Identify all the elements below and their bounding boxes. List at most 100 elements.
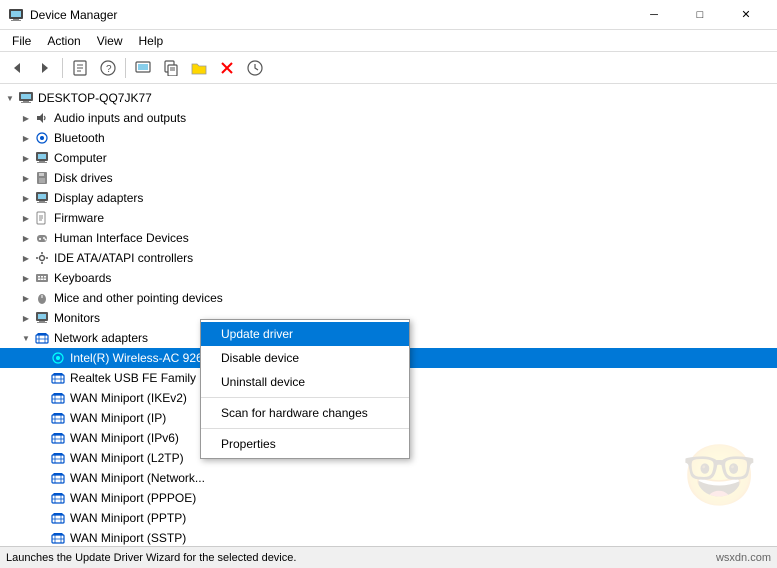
device-icon xyxy=(50,370,66,386)
device-label: Bluetooth xyxy=(54,131,105,145)
main-content: ▼ DESKTOP-QQ7JK77 ▶ Audio inputs and outp… xyxy=(0,84,777,546)
device-label: Network adapters xyxy=(54,331,148,345)
computer-icon xyxy=(18,90,34,106)
toolbar-sep-1 xyxy=(62,58,63,78)
toolbar-sep-2 xyxy=(125,58,126,78)
device-label: Audio inputs and outputs xyxy=(54,111,186,125)
status-right: wsxdn.com xyxy=(716,552,771,564)
menu-view[interactable]: View xyxy=(89,32,131,50)
device-icon xyxy=(34,150,50,166)
tree-item[interactable]: ▶Display adapters xyxy=(0,188,777,208)
context-menu-item[interactable]: Update driver xyxy=(201,322,409,346)
forward-button[interactable] xyxy=(32,56,58,80)
context-menu-item[interactable]: Scan for hardware changes xyxy=(201,401,409,425)
status-text: Launches the Update Driver Wizard for th… xyxy=(6,552,296,564)
expand-button[interactable]: ▶ xyxy=(18,110,34,126)
context-menu-item[interactable]: Disable device xyxy=(201,346,409,370)
device-label: WAN Miniport (Network... xyxy=(70,471,205,485)
back-button[interactable] xyxy=(4,56,30,80)
svg-text:?: ? xyxy=(106,64,112,75)
device-label: WAN Miniport (IP) xyxy=(70,411,166,425)
expand-button[interactable]: ▶ xyxy=(18,230,34,246)
device-label: WAN Miniport (IKEv2) xyxy=(70,391,187,405)
expand-button[interactable]: ▶ xyxy=(18,190,34,206)
tree-item[interactable]: ▶ IDE ATA/ATAPI controllers xyxy=(0,248,777,268)
context-menu-item[interactable]: Properties xyxy=(201,432,409,456)
device-icon xyxy=(50,510,66,526)
expand-button[interactable]: ▶ xyxy=(18,130,34,146)
device-label: WAN Miniport (L2TP) xyxy=(70,451,184,465)
tree-item[interactable]: WAN Miniport (SSTP) xyxy=(0,528,777,546)
help-button[interactable]: ? xyxy=(95,56,121,80)
expand-button[interactable]: ▶ xyxy=(18,310,34,326)
scan-button[interactable] xyxy=(130,56,156,80)
device-icon xyxy=(34,330,50,346)
device-icon xyxy=(34,130,50,146)
maximize-button[interactable]: □ xyxy=(677,0,723,30)
tree-item[interactable]: ▶ Audio inputs and outputs xyxy=(0,108,777,128)
device-icon xyxy=(34,310,50,326)
minimize-button[interactable]: ─ xyxy=(631,0,677,30)
device-icon xyxy=(50,410,66,426)
context-menu-separator xyxy=(201,428,409,429)
device-icon xyxy=(50,430,66,446)
tree-item[interactable]: ▶ Human Interface Devices xyxy=(0,228,777,248)
update-button[interactable] xyxy=(242,56,268,80)
device-label: WAN Miniport (SSTP) xyxy=(70,531,186,545)
menu-bar: File Action View Help xyxy=(0,30,777,52)
tree-item[interactable]: WAN Miniport (PPTP) xyxy=(0,508,777,528)
device-label: WAN Miniport (PPTP) xyxy=(70,511,186,525)
context-menu-item[interactable]: Uninstall device xyxy=(201,370,409,394)
driver-button[interactable] xyxy=(158,56,184,80)
tree-item[interactable]: WAN Miniport (PPPOE) xyxy=(0,488,777,508)
menu-action[interactable]: Action xyxy=(39,32,88,50)
window-controls: ─ □ ✕ xyxy=(631,0,769,30)
properties-button[interactable] xyxy=(67,56,93,80)
device-icon xyxy=(34,270,50,286)
device-icon xyxy=(34,170,50,186)
expand-root[interactable]: ▼ xyxy=(2,90,18,106)
tree-item[interactable]: ▶Keyboards xyxy=(0,268,777,288)
device-icon xyxy=(34,190,50,206)
device-label: Disk drives xyxy=(54,171,113,185)
menu-help[interactable]: Help xyxy=(131,32,172,50)
tree-item[interactable]: ▶ Disk drives xyxy=(0,168,777,188)
expand-button[interactable]: ▶ xyxy=(18,150,34,166)
tree-item[interactable]: ▶ Firmware xyxy=(0,208,777,228)
expand-button[interactable]: ▶ xyxy=(18,170,34,186)
device-label: Realtek USB FE Family C... xyxy=(70,371,218,385)
tree-item[interactable]: ▶ Mice and other pointing devices xyxy=(0,288,777,308)
expand-button[interactable]: ▶ xyxy=(18,250,34,266)
app-icon xyxy=(8,7,24,23)
tree-item[interactable]: ▶Computer xyxy=(0,148,777,168)
device-label: Intel(R) Wireless-AC 9260 xyxy=(70,351,209,365)
delete-button[interactable] xyxy=(214,56,240,80)
device-icon xyxy=(34,210,50,226)
device-label: IDE ATA/ATAPI controllers xyxy=(54,251,193,265)
device-label: Monitors xyxy=(54,311,100,325)
device-icon xyxy=(34,110,50,126)
device-icon xyxy=(34,250,50,266)
status-bar: Launches the Update Driver Wizard for th… xyxy=(0,546,777,568)
folder-button[interactable] xyxy=(186,56,212,80)
device-icon xyxy=(34,230,50,246)
expand-button[interactable]: ▶ xyxy=(18,270,34,286)
close-button[interactable]: ✕ xyxy=(723,0,769,30)
device-icon xyxy=(50,530,66,546)
expand-button[interactable]: ▶ xyxy=(18,290,34,306)
tree-item[interactable]: ▶ Bluetooth xyxy=(0,128,777,148)
device-label: Mice and other pointing devices xyxy=(54,291,223,305)
expand-button[interactable]: ▶ xyxy=(18,210,34,226)
device-label: Human Interface Devices xyxy=(54,231,189,245)
tree-root[interactable]: ▼ DESKTOP-QQ7JK77 xyxy=(0,88,777,108)
root-label: DESKTOP-QQ7JK77 xyxy=(38,91,152,105)
device-icon xyxy=(34,290,50,306)
window-title: Device Manager xyxy=(30,8,631,22)
device-icon xyxy=(50,490,66,506)
tree-item[interactable]: WAN Miniport (Network... xyxy=(0,468,777,488)
device-label: Firmware xyxy=(54,211,104,225)
expand-button[interactable]: ▼ xyxy=(18,330,34,346)
context-menu: Update driverDisable deviceUninstall dev… xyxy=(200,319,410,459)
device-label: WAN Miniport (PPPOE) xyxy=(70,491,196,505)
menu-file[interactable]: File xyxy=(4,32,39,50)
